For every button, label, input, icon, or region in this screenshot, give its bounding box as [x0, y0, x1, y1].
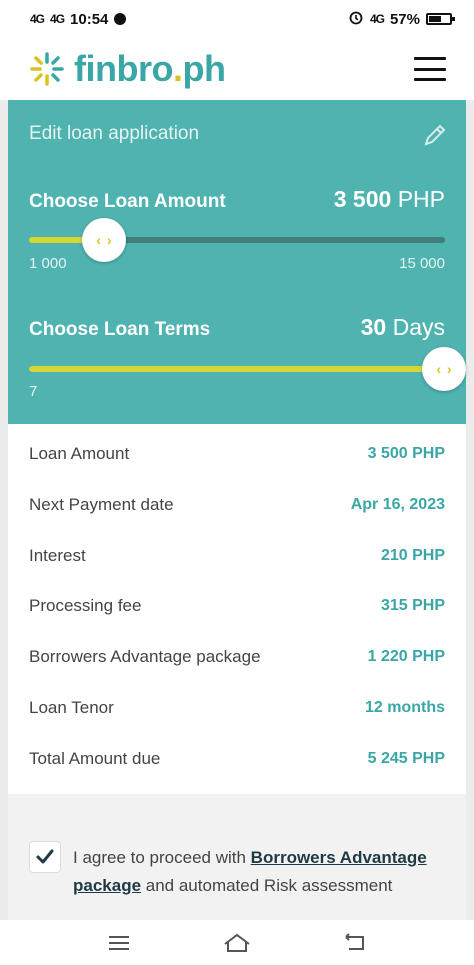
- loan-calculator-panel: Edit loan application Choose Loan Amount…: [8, 100, 466, 424]
- logo-dot: .: [172, 48, 183, 89]
- summary-row: Borrowers Advantage package 1 220 PHP: [29, 647, 445, 667]
- loan-amount-unit: PHP: [397, 186, 445, 212]
- loan-amount-min: 1 000: [29, 255, 67, 272]
- logo-wordmark: finbro.ph: [74, 48, 226, 90]
- android-nav-bar: [0, 920, 474, 965]
- summary-row-label: Loan Tenor: [29, 698, 114, 717]
- summary-row-label: Next Payment date: [29, 495, 174, 514]
- summary-row-value: 315 PHP: [380, 597, 445, 614]
- summary-row: Processing fee 315 PHP: [29, 596, 445, 616]
- checkmark-icon: [36, 849, 54, 864]
- loan-terms-number: 30: [360, 314, 387, 340]
- summary-row: Loan Amount 3 500 PHP: [29, 444, 445, 464]
- summary-row-label: Interest: [29, 546, 86, 565]
- loan-terms-slider-track[interactable]: [29, 366, 445, 372]
- logo-sparkle-icon: [28, 50, 66, 88]
- logo-suffix-text: ph: [182, 48, 226, 89]
- battery-icon: [426, 13, 455, 25]
- status-bar: 4G 4G 10:54 4G 57%: [0, 0, 474, 38]
- chevron-left-icon: ‹: [96, 232, 101, 248]
- edit-loan-label: Edit loan application: [29, 123, 200, 144]
- status-left: 4G 4G 10:54: [30, 10, 127, 28]
- summary-row-label: Processing fee: [29, 596, 142, 615]
- summary-row-label: Loan Amount: [29, 444, 130, 463]
- loan-amount-slider-handle[interactable]: ‹ ›: [81, 218, 126, 262]
- hamburger-line: [414, 78, 446, 81]
- loan-summary: Loan Amount 3 500 PHP Next Payment date Apr…: [8, 424, 466, 794]
- chevron-right-icon: ›: [447, 361, 452, 377]
- logo-main-text: finbro: [74, 48, 173, 89]
- status-right: 4G 57%: [348, 9, 455, 29]
- finbro-logo[interactable]: finbro.ph: [28, 48, 226, 90]
- summary-row-label: Borrowers Advantage package: [29, 647, 261, 666]
- agreement-section: I agree to proceed with Borrowers Advant…: [8, 794, 466, 920]
- hamburger-line: [414, 57, 446, 60]
- clock: 10:54: [70, 10, 109, 28]
- edit-loan-row[interactable]: Edit loan application: [29, 122, 446, 146]
- summary-row: Next Payment date Apr 16, 2023: [29, 495, 445, 515]
- loan-terms-slider-handle[interactable]: ‹ ›: [422, 347, 466, 391]
- signal-indicator-2: 4G: [50, 12, 65, 26]
- loan-terms-value: 30 Days: [361, 314, 445, 341]
- summary-row-value: 3 500 PHP: [367, 445, 445, 462]
- chevron-left-icon: ‹: [436, 361, 441, 377]
- summary-row-label: Total Amount due: [29, 749, 161, 768]
- network-indicator: 4G: [369, 12, 385, 26]
- back-icon[interactable]: [340, 928, 370, 958]
- agree-text: I agree to proceed with Borrowers Advant…: [73, 844, 448, 900]
- agree-checkbox[interactable]: [30, 842, 60, 872]
- chevron-right-icon: ›: [106, 232, 112, 248]
- alarm-icon: [348, 9, 364, 29]
- loan-terms-title: Choose Loan Terms: [29, 319, 211, 340]
- loan-terms-unit: Days: [392, 314, 445, 340]
- summary-row-value: 210 PHP: [380, 547, 445, 564]
- loan-amount-header: Choose Loan Amount 3 500 PHP: [29, 186, 445, 213]
- agree-text-after: and automated Risk assessment: [141, 876, 393, 895]
- loan-amount-max: 15 000: [399, 255, 445, 272]
- pencil-icon[interactable]: [422, 122, 446, 146]
- signal-indicator-1: 4G: [30, 12, 45, 26]
- summary-row-value: 12 months: [364, 699, 445, 716]
- hamburger-line: [414, 67, 446, 71]
- loan-amount-title: Choose Loan Amount: [29, 191, 226, 212]
- loan-amount-number: 3 500: [333, 186, 392, 212]
- notification-icon: [114, 13, 127, 25]
- hamburger-menu-icon[interactable]: [414, 57, 446, 81]
- left-margin: [0, 100, 8, 920]
- loan-terms-min: 7: [29, 383, 38, 400]
- app-frame: 4G 4G 10:54 4G 57% finbro.ph Edit loan a…: [0, 0, 474, 965]
- loan-amount-value: 3 500 PHP: [334, 186, 445, 213]
- summary-row: Total Amount due 5 245 PHP: [29, 749, 445, 769]
- summary-row: Loan Tenor 12 months: [29, 698, 445, 718]
- battery-percent: 57%: [389, 10, 420, 28]
- summary-row: Interest 210 PHP: [29, 546, 445, 566]
- loan-terms-header: Choose Loan Terms 30 Days: [29, 314, 445, 341]
- right-margin: [466, 100, 474, 920]
- recent-apps-icon[interactable]: [104, 928, 134, 958]
- site-header: finbro.ph: [0, 38, 474, 100]
- loan-terms-slider-fill: [29, 366, 445, 372]
- home-icon[interactable]: [222, 928, 252, 958]
- summary-row-value: Apr 16, 2023: [350, 496, 445, 513]
- agree-text-before: I agree to proceed with: [73, 848, 251, 867]
- summary-row-value: 1 220 PHP: [367, 648, 445, 665]
- summary-row-value: 5 245 PHP: [367, 750, 445, 767]
